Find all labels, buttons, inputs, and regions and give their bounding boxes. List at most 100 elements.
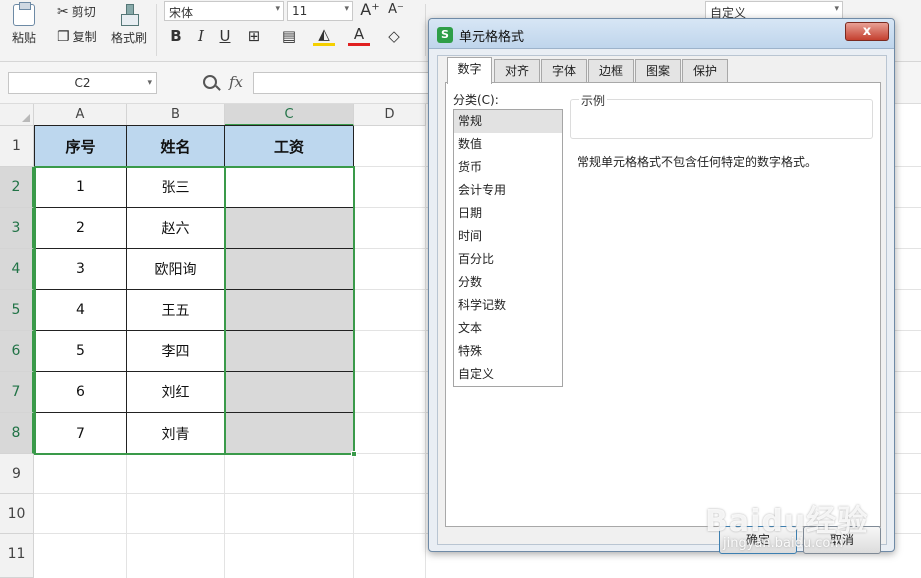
list-item[interactable]: 数值: [454, 133, 562, 156]
copy-label: 复制: [72, 30, 97, 44]
selection-outline: [224, 166, 355, 455]
font-size-value: 11: [292, 4, 308, 18]
list-item[interactable]: 分数: [454, 271, 562, 294]
list-item[interactable]: 时间: [454, 225, 562, 248]
underline-button[interactable]: U: [214, 26, 236, 46]
column-header-d[interactable]: D: [354, 104, 426, 126]
name-box[interactable]: C2 ▾: [8, 72, 157, 94]
chevron-down-icon: ▾: [275, 4, 280, 14]
brush-icon: [119, 4, 139, 26]
row-header-11[interactable]: 11: [0, 534, 34, 578]
scissors-icon: ✂: [57, 3, 69, 20]
zoom-icon[interactable]: [203, 75, 217, 89]
format-painter-label: 格式刷: [111, 31, 148, 45]
shrink-font-button[interactable]: A⁻: [385, 0, 407, 20]
font-color-button[interactable]: A: [348, 26, 370, 46]
ribbon-divider: [156, 4, 157, 56]
tab-font[interactable]: 字体: [541, 59, 587, 82]
header-cell-salary[interactable]: 工资: [225, 126, 354, 167]
list-item[interactable]: 自定义: [454, 363, 562, 386]
chevron-down-icon: ▾: [344, 4, 349, 14]
list-item[interactable]: 特殊: [454, 340, 562, 363]
format-cells-dialog: S 单元格格式 x 数字 对齐 字体 边框 图案 保护 分类(C): 常规 数值…: [428, 18, 895, 554]
dialog-body: 数字 对齐 字体 边框 图案 保护 分类(C): 常规 数值 货币 会计专用 日…: [437, 55, 887, 554]
font-size-select[interactable]: 11 ▾: [287, 1, 353, 21]
watermark-url: jingyan.baidu.com: [723, 536, 843, 551]
name-box-value: C2: [74, 76, 91, 90]
column-header-c[interactable]: C: [225, 104, 354, 126]
header-cell-name[interactable]: 姓名: [127, 126, 225, 167]
fill-handle[interactable]: [351, 451, 357, 457]
close-button[interactable]: x: [845, 22, 889, 41]
paint-bucket-icon: ◭: [318, 25, 330, 43]
chevron-down-icon: ▾: [147, 78, 152, 88]
paste-label: 粘贴: [12, 31, 37, 45]
row-header-5[interactable]: 5: [0, 290, 34, 331]
list-item[interactable]: 百分比: [454, 248, 562, 271]
copy-icon: ❐: [57, 28, 70, 45]
cut-button[interactable]: ✂ 剪切: [57, 3, 96, 20]
tab-border[interactable]: 边框: [588, 59, 634, 82]
cut-label: 剪切: [71, 5, 96, 19]
list-item[interactable]: 文本: [454, 317, 562, 340]
row-header-6[interactable]: 6: [0, 331, 34, 372]
paste-icon: [13, 2, 35, 26]
tab-pattern[interactable]: 图案: [635, 59, 681, 82]
row-header-8[interactable]: 8: [0, 413, 34, 454]
dialog-title: 单元格格式: [459, 30, 525, 45]
copy-button[interactable]: ❐ 复制: [57, 28, 97, 45]
grow-font-button[interactable]: A⁺: [359, 0, 381, 20]
category-label: 分类(C):: [453, 93, 499, 107]
borders-button[interactable]: ⊞: [243, 26, 265, 46]
tab-protection[interactable]: 保护: [682, 59, 728, 82]
header-cell-index[interactable]: 序号: [35, 126, 127, 167]
list-item[interactable]: 科学记数: [454, 294, 562, 317]
select-all-corner[interactable]: [0, 104, 34, 126]
sample-label: 示例: [579, 92, 608, 109]
fill-pattern-button[interactable]: ▤: [278, 26, 300, 46]
bold-button[interactable]: B: [165, 26, 187, 46]
sample-group: 示例: [570, 92, 873, 139]
row-header-2[interactable]: 2: [0, 167, 34, 208]
fx-button[interactable]: fx: [229, 73, 243, 91]
gridline: [126, 455, 127, 578]
font-name-select[interactable]: 宋体 ▾: [164, 1, 284, 21]
font-name-value: 宋体: [169, 6, 194, 20]
spreadsheet-window: 粘贴 ✂ 剪切 ❐ 复制 格式刷 宋体 ▾ 11 ▾ A⁺ A⁻ B I U ⊞…: [0, 0, 921, 578]
clear-format-button[interactable]: ◇: [383, 26, 405, 46]
formula-input[interactable]: [253, 72, 453, 94]
wps-logo-icon: S: [437, 27, 453, 43]
gridline: [224, 455, 225, 578]
dialog-titlebar[interactable]: S 单元格格式 x: [429, 19, 894, 49]
column-header-a[interactable]: A: [34, 104, 127, 126]
border-grid-icon: ⊞: [247, 27, 261, 45]
row-header-3[interactable]: 3: [0, 208, 34, 249]
column-header-b[interactable]: B: [127, 104, 225, 126]
selection-outline: [34, 166, 225, 455]
list-item[interactable]: 常规: [454, 110, 562, 133]
close-icon: x: [862, 24, 872, 39]
gridline: [353, 455, 354, 578]
chevron-down-icon: ▾: [834, 4, 839, 14]
pattern-icon: ▤: [281, 27, 297, 45]
row-header-4[interactable]: 4: [0, 249, 34, 290]
row-header-9[interactable]: 9: [0, 454, 34, 494]
watermark: Baidu经验 jingyan.baidu.com: [705, 486, 915, 556]
format-painter-button[interactable]: 格式刷: [111, 4, 147, 46]
row-header-1[interactable]: 1: [0, 126, 34, 167]
gridline: [425, 126, 426, 578]
row-header-10[interactable]: 10: [0, 494, 34, 534]
tab-alignment[interactable]: 对齐: [494, 59, 540, 82]
list-item[interactable]: 货币: [454, 156, 562, 179]
paste-button[interactable]: 粘贴: [12, 2, 37, 46]
number-tab-panel: 分类(C): 常规 数值 货币 会计专用 日期 时间 百分比 分数 科学记数 文…: [445, 82, 881, 527]
watermark-brand: Baidu经验: [705, 504, 869, 539]
list-item[interactable]: 会计专用: [454, 179, 562, 202]
italic-button[interactable]: I: [190, 26, 212, 46]
list-item[interactable]: 日期: [454, 202, 562, 225]
fill-color-button[interactable]: ◭: [313, 26, 335, 46]
category-list[interactable]: 常规 数值 货币 会计专用 日期 时间 百分比 分数 科学记数 文本 特殊 自定…: [453, 109, 563, 387]
format-description: 常规单元格格式不包含任何特定的数字格式。: [577, 155, 818, 169]
row-header-7[interactable]: 7: [0, 372, 34, 413]
tab-number[interactable]: 数字: [447, 57, 492, 84]
